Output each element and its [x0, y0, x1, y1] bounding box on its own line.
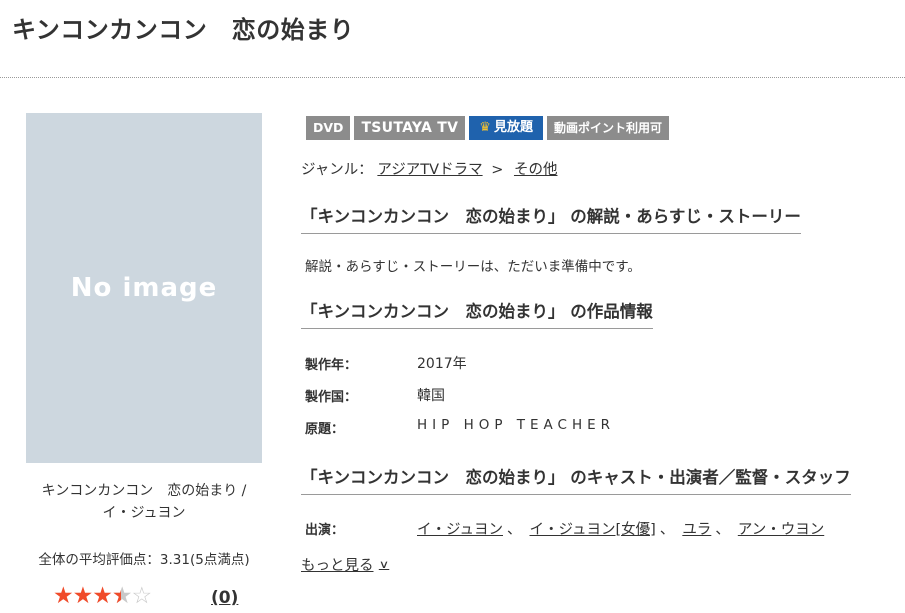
genre-label: ジャンル： [301, 162, 373, 178]
cast-comma: 、 [507, 522, 522, 538]
tsutaya-tv-badge: TSUTAYA TV [354, 116, 466, 140]
genre-breadcrumb: ジャンル： アジアTVドラマ > その他 [301, 158, 557, 179]
synopsis-heading: 「キンコンカンコン 恋の始まり」 の解説・あらすじ・ストーリー [301, 206, 801, 234]
page-title: キンコンカンコン 恋の始まり [12, 16, 355, 44]
show-more-link[interactable]: もっと見る ∨ [301, 554, 389, 575]
original-title-label: 原題： [305, 422, 345, 437]
star-empty-icon: ☆ [131, 583, 153, 609]
cast-heading: 「キンコンカンコン 恋の始まり」 のキャスト・出演者／監督・スタッフ [301, 467, 851, 495]
star-full-icon: ★ [92, 583, 113, 609]
year-label: 製作年： [305, 358, 358, 373]
show-more-label: もっと見る [301, 558, 374, 574]
cast-link[interactable]: イ・ジュヨン [417, 522, 503, 538]
crown-icon: ♛ [479, 120, 491, 135]
cast-link[interactable]: ユラ [682, 522, 711, 538]
point-badge: 動画ポイント利用可 [546, 116, 669, 140]
chevron-down-icon: ∨ [378, 558, 389, 571]
no-image-text: No image [70, 273, 218, 303]
genre-link-asian-tv-drama[interactable]: アジアTVドラマ [377, 162, 482, 178]
poster-caption: キンコンカンコン 恋の始まり / イ・ジュヨン [41, 483, 247, 521]
genre-separator: > [491, 162, 504, 178]
country-value: 韓国 [417, 388, 445, 404]
genre-link-other[interactable]: その他 [514, 162, 558, 178]
cast-list: イ・ジュヨン、イ・ジュヨン[女優]、ユラ、アン・ウヨン [417, 518, 824, 539]
cast-comma: 、 [715, 522, 730, 538]
synopsis-text: 解説・あらすじ・ストーリーは、ただいま準備中です。 [305, 259, 641, 275]
average-rating-text: 全体の平均評価点：3.31(5点満点) [38, 552, 250, 568]
original-title-value: HIP HOP TEACHER [417, 417, 616, 433]
review-count-link[interactable]: (0) [211, 588, 238, 608]
star-half-icon: ★ [112, 583, 133, 609]
cast-comma: 、 [659, 522, 675, 538]
dvd-badge: DVD [306, 116, 351, 140]
year-value: 2017年 [417, 356, 467, 372]
poster-image[interactable]: No image [26, 113, 262, 463]
cast-link[interactable]: アン・ウヨン [738, 522, 824, 538]
availability-badges: DVD TSUTAYA TV ♛ 見放題 動画ポイント利用可 [306, 116, 669, 140]
country-label: 製作国： [305, 390, 358, 405]
mihoudai-label: 見放題 [493, 120, 533, 135]
star-full-icon: ★ [72, 583, 94, 609]
star-full-icon: ★ [53, 583, 74, 609]
cast-label: 出演： [305, 523, 345, 538]
work-info-heading: 「キンコンカンコン 恋の始まり」 の作品情報 [301, 301, 653, 329]
rating-stars[interactable]: ★★★★☆ [53, 583, 153, 609]
mihoudai-badge: ♛ 見放題 [469, 116, 543, 140]
title-divider [0, 77, 905, 78]
cast-link[interactable]: イ・ジュヨン[女優] [530, 522, 656, 538]
